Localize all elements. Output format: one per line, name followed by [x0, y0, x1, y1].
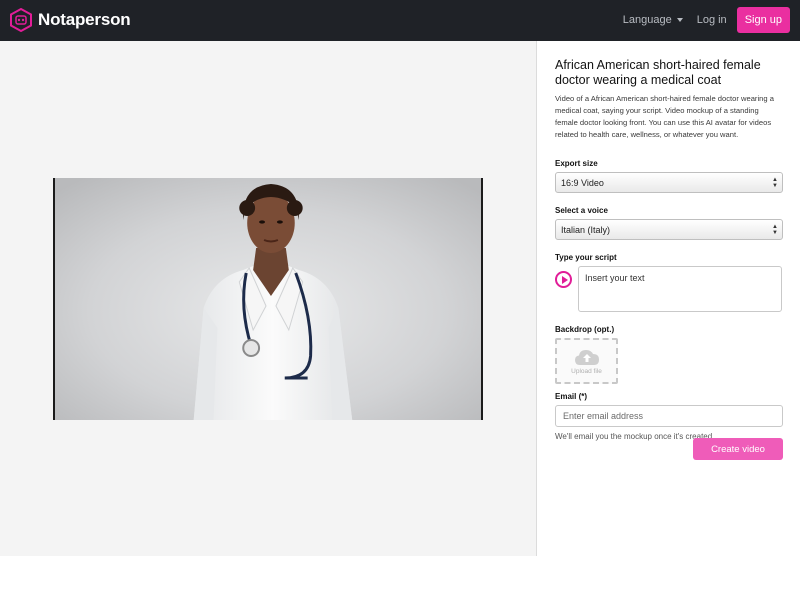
language-label: Language [622, 14, 672, 26]
voice-value: Italian (Italy) [561, 224, 611, 235]
email-field[interactable]: Enter email address [555, 405, 783, 427]
navbar: Notaperson Language Log in Sign up [0, 0, 800, 41]
upload-file-text: Upload file [571, 367, 602, 375]
brand-name: Notaperson [38, 10, 131, 29]
doctor-avatar-image [55, 178, 481, 420]
nav-right: Language Log in Sign up [623, 7, 790, 33]
script-group: Type your script Insert your text [555, 253, 783, 312]
signup-button[interactable]: Sign up [736, 7, 790, 33]
email-label: Email (*) [555, 392, 588, 401]
email-group: Email (*) Enter email address We'll emai… [555, 392, 783, 441]
play-icon[interactable] [555, 271, 572, 288]
script-row: Insert your text [555, 266, 783, 312]
export-size-select[interactable]: 16:9 Video ▲ ▼ [555, 172, 783, 193]
voice-select[interactable]: Italian (Italy) ▲ ▼ [555, 219, 783, 240]
brand[interactable]: Notaperson [10, 8, 131, 32]
backdrop-label: Backdrop (opt.) [555, 325, 615, 334]
avatar-title: African American short-haired female doc… [555, 58, 761, 87]
robot-logo-icon [10, 8, 32, 32]
chevron-down-icon [676, 18, 683, 22]
avatar-video-preview[interactable] [53, 178, 483, 420]
script-label: Type your script [555, 253, 617, 262]
preview-area [0, 41, 537, 556]
avatar-description: Video of a African American short-haired… [555, 94, 774, 139]
voice-group: Select a voice Italian (Italy) ▲ ▼ [555, 206, 783, 240]
export-size-value: 16:9 Video [561, 177, 604, 188]
script-textarea[interactable]: Insert your text [578, 266, 782, 312]
select-arrows-icon: ▲ ▼ [772, 177, 778, 189]
voice-label: Select a voice [555, 206, 608, 215]
cloud-upload-icon [574, 349, 599, 365]
login-link[interactable]: Log in [697, 14, 727, 26]
backdrop-group: Backdrop (opt.) Upload file [555, 325, 783, 384]
language-dropdown[interactable]: Language [623, 14, 683, 26]
export-size-label: Export size [555, 159, 598, 168]
settings-panel: African American short-haired female doc… [555, 58, 783, 460]
select-arrows-icon: ▲ ▼ [772, 224, 778, 236]
export-size-group: Export size 16:9 Video ▲ ▼ [555, 159, 783, 193]
create-video-button[interactable]: Create video [693, 438, 783, 460]
backdrop-upload[interactable]: Upload file [555, 338, 618, 384]
